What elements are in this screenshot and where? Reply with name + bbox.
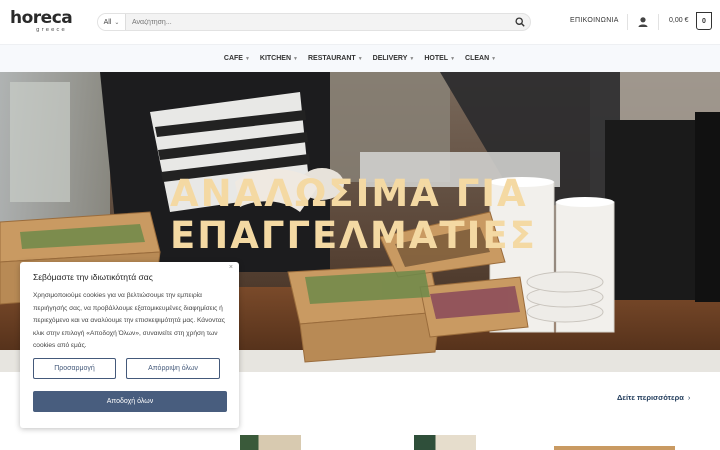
hero-title-line-1: ΑΝΑΛΩΣΙΜΑ ΓΙΑ [170, 172, 528, 215]
hero-title-line-2: ΕΠΑΓΓΕΛΜΑΤΙΕΣ [170, 214, 537, 257]
search-icon[interactable] [510, 14, 530, 30]
search-input[interactable] [126, 14, 510, 30]
contact-link[interactable]: ΕΠΙΚΟΙΝΩΝΙΑ [570, 17, 619, 24]
nav-item-label: CLEAN [465, 55, 490, 62]
search-bar: All ⌄ [97, 13, 531, 31]
nav-item-delivery[interactable]: DELIVERY ▼ [373, 55, 415, 62]
cookie-text: Χρησιμοποιούμε cookies για να βελτιώσουμ… [33, 292, 225, 349]
chevron-down-icon: ⌄ [114, 19, 120, 26]
close-icon[interactable]: × [229, 264, 233, 271]
product-thumbnail[interactable] [554, 446, 675, 450]
search-category-select[interactable]: All ⌄ [98, 14, 126, 30]
cookie-consent-dialog: × Σεβόμαστε την ιδιωτικότητά σας Χρησιμο… [20, 262, 239, 428]
chevron-down-icon: ▼ [357, 55, 363, 62]
product-thumbnail[interactable] [414, 435, 476, 450]
site-header: horeca greece All ⌄ ΕΠΙΚΟΙΝΩΝΙΑ 0,00 € 0 [0, 0, 720, 44]
user-icon[interactable] [637, 15, 649, 27]
accept-all-button[interactable]: Αποδοχή όλων [33, 391, 227, 412]
cart-icon[interactable]: 0 [696, 12, 712, 30]
logo-text: horeca [10, 8, 73, 28]
chevron-down-icon: ▼ [293, 55, 298, 62]
see-more-label: Δείτε περισσότερα [617, 393, 684, 402]
chevron-down-icon: ▼ [450, 55, 456, 62]
chevron-down-icon: ▼ [409, 55, 415, 62]
search-category-label: All [103, 18, 112, 26]
nav-item-label: RESTAURANT [307, 55, 356, 62]
product-thumbnail[interactable] [240, 435, 301, 450]
nav-item-clean[interactable]: CLEAN ▼ [465, 55, 496, 62]
see-more-link[interactable]: Δείτε περισσότερα › [617, 393, 690, 402]
nav-item-restaurant[interactable]: RESTAURANT ▼ [308, 55, 363, 62]
nav-item-label: KITCHEN [259, 55, 292, 62]
header-divider [658, 14, 659, 30]
header-divider [627, 14, 628, 30]
chevron-down-icon: ▼ [491, 55, 497, 62]
nav-item-label: DELIVERY [372, 55, 408, 62]
customize-button[interactable]: Προσαρμογή [33, 358, 116, 379]
chevron-right-icon: › [687, 393, 691, 402]
cart-count: 0 [702, 17, 706, 25]
nav-item-label: CAFE [223, 55, 243, 62]
cart-total[interactable]: 0,00 € [669, 17, 688, 24]
nav-item-hotel[interactable]: HOTEL ▼ [424, 55, 455, 62]
nav-item-kitchen[interactable]: KITCHEN ▼ [260, 55, 298, 62]
site-logo[interactable]: horeca greece [10, 9, 82, 37]
cookie-title: Σεβόμαστε την ιδιωτικότητά σας [33, 272, 153, 282]
main-nav: CAFE ▼ KITCHEN ▼ RESTAURANT ▼ DELIVERY ▼ HOT… [0, 44, 720, 72]
nav-item-label: HOTEL [424, 55, 449, 62]
chevron-down-icon: ▼ [244, 55, 250, 62]
logo-subtext: greece [36, 27, 67, 33]
nav-item-cafe[interactable]: CAFE ▼ [224, 55, 250, 62]
hero-title: ΑΝΑΛΩΣΙΜΑ ΓΙΑ ΕΠΑΓΓΕΛΜΑΤΙΕΣ [170, 173, 537, 257]
reject-all-button[interactable]: Απόρριψη όλων [126, 358, 220, 379]
